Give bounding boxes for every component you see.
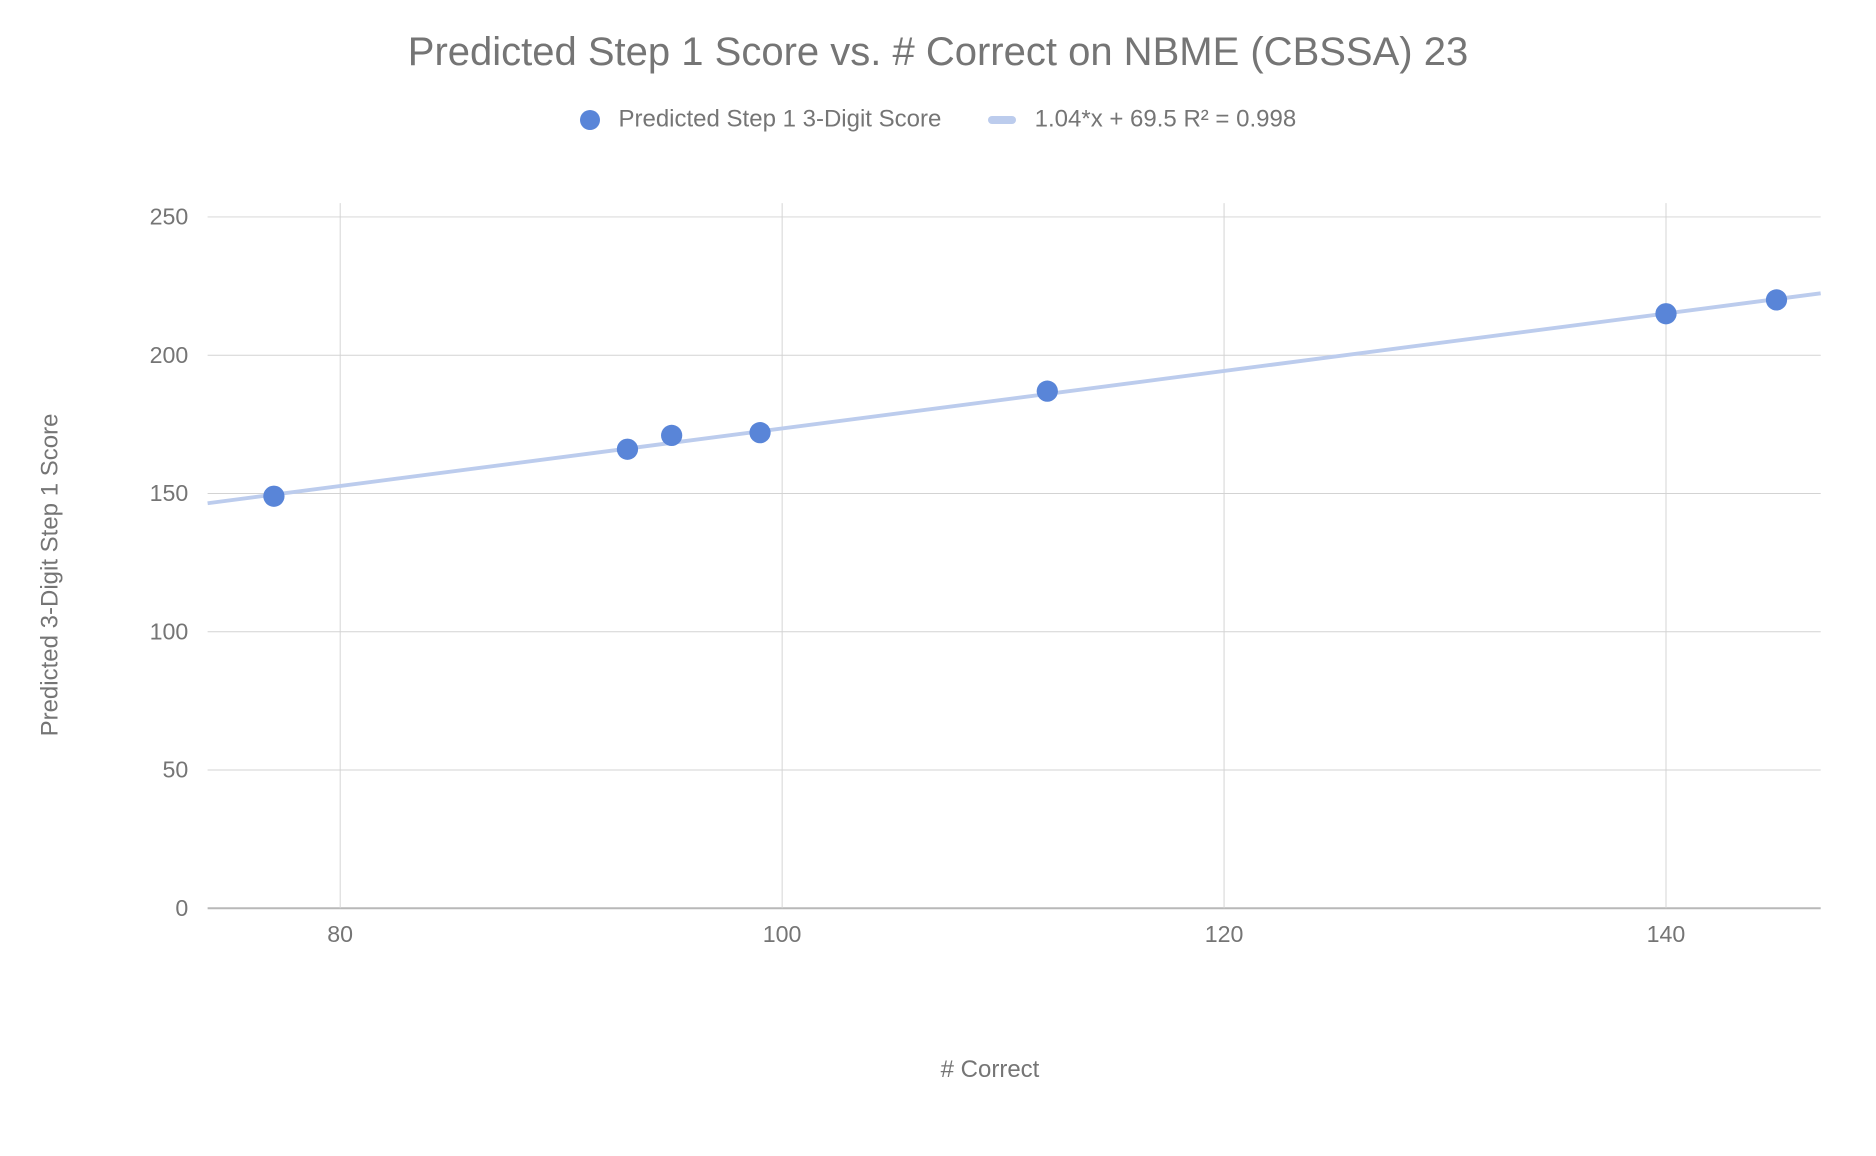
- x-tick-label: 140: [1647, 921, 1686, 947]
- legend-series-label: Predicted Step 1 3-Digit Score: [618, 106, 941, 133]
- data-point: [1037, 381, 1058, 402]
- plot-area: 0 50 100 150 200 250 80 100 120 140: [140, 180, 1840, 970]
- y-axis-label: Predicted 3-Digit Step 1 Score: [36, 414, 64, 737]
- data-point: [1766, 289, 1787, 310]
- legend-trend-label: 1.04*x + 69.5 R² = 0.998: [1035, 106, 1297, 133]
- data-point: [749, 422, 770, 443]
- y-tick-label: 0: [175, 895, 188, 921]
- x-axis-label: # Correct: [140, 1056, 1840, 1084]
- legend-dot-icon: [580, 110, 600, 130]
- y-tick-label: 50: [163, 757, 189, 783]
- y-tick-label: 150: [150, 480, 189, 506]
- x-tick-label: 120: [1205, 921, 1244, 947]
- data-point: [1655, 303, 1676, 324]
- chart-container: Predicted Step 1 Score vs. # Correct on …: [0, 0, 1876, 1156]
- data-point: [661, 425, 682, 446]
- x-tick-label: 80: [327, 921, 353, 947]
- legend-line-icon: [988, 116, 1016, 124]
- data-point: [263, 486, 284, 507]
- y-tick-label: 100: [150, 618, 189, 644]
- trendline: [208, 293, 1821, 503]
- gridlines: [208, 203, 1821, 908]
- chart-legend: Predicted Step 1 3-Digit Score 1.04*x + …: [0, 105, 1876, 134]
- y-tick-label: 200: [150, 342, 189, 368]
- chart-title: Predicted Step 1 Score vs. # Correct on …: [0, 30, 1876, 75]
- data-point: [617, 439, 638, 460]
- y-axis-label-wrap: Predicted 3-Digit Step 1 Score: [35, 180, 65, 970]
- y-tick-label: 250: [150, 204, 189, 230]
- x-tick-label: 100: [763, 921, 802, 947]
- plot-svg: 0 50 100 150 200 250 80 100 120 140: [140, 180, 1840, 970]
